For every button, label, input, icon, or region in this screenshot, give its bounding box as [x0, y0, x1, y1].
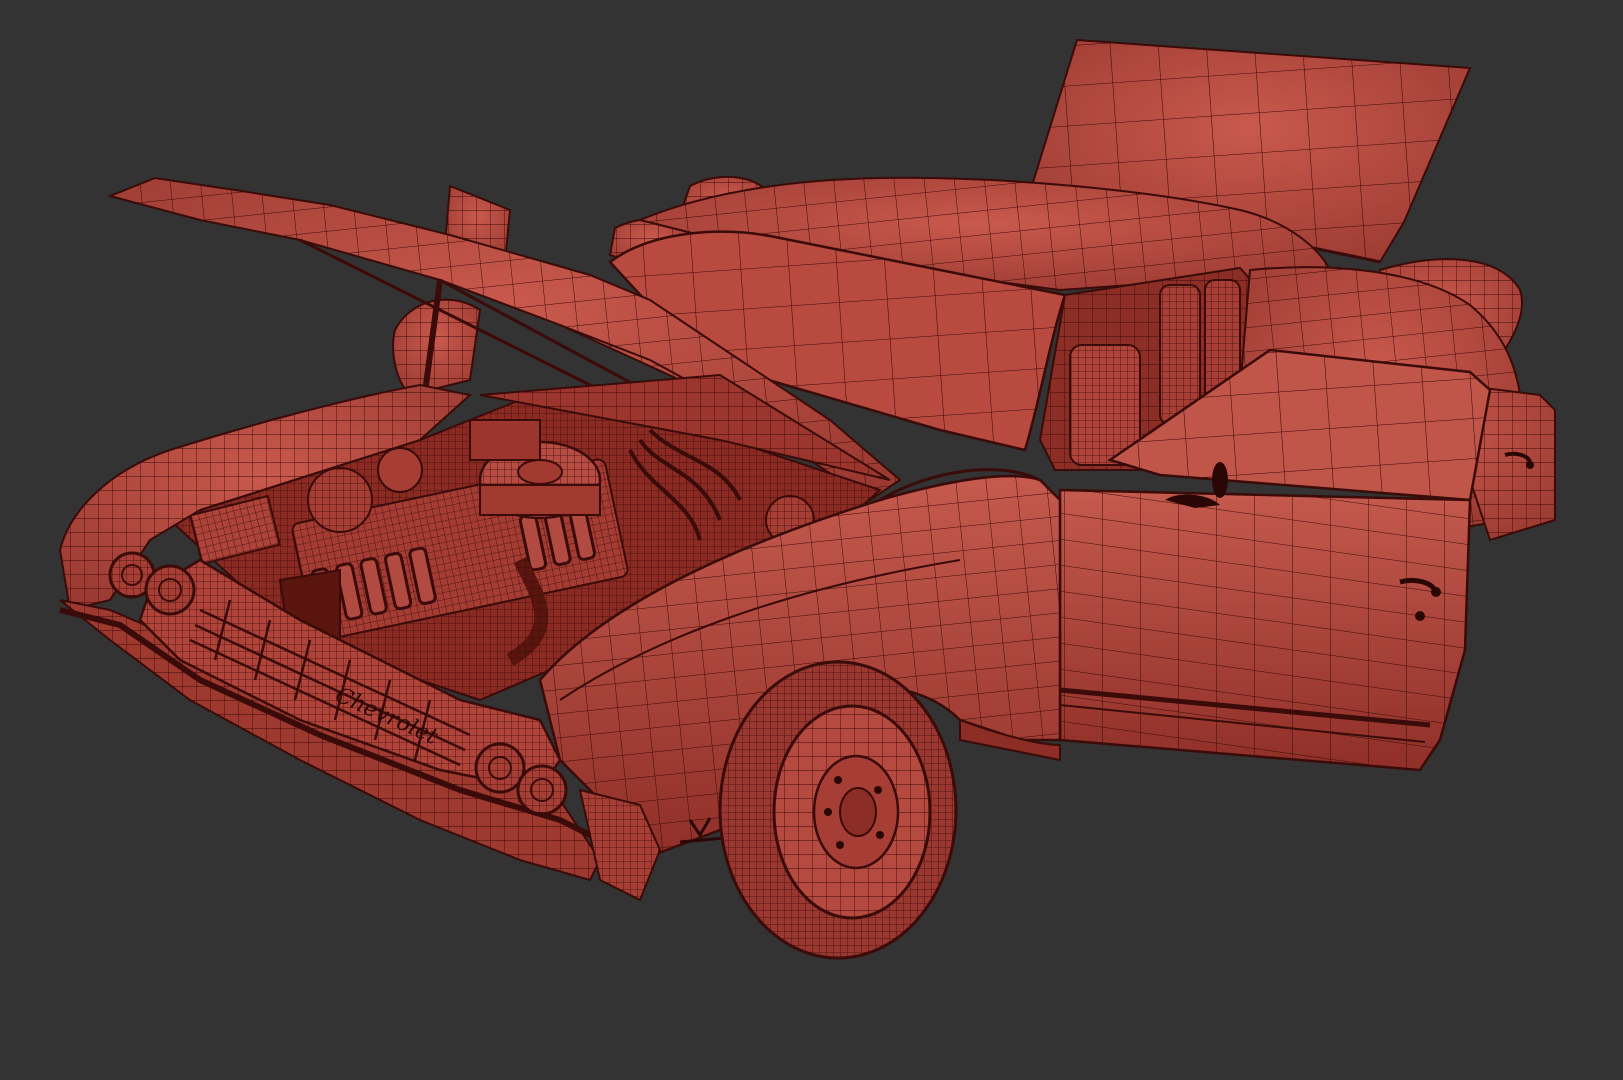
side-mirror-icon — [1212, 462, 1228, 498]
car-wireframe-render: Chevrolet — [0, 0, 1623, 1080]
render-viewport: Chevrolet — [0, 0, 1623, 1080]
hub-cap-icon — [839, 787, 877, 837]
front-wheel — [718, 660, 958, 960]
